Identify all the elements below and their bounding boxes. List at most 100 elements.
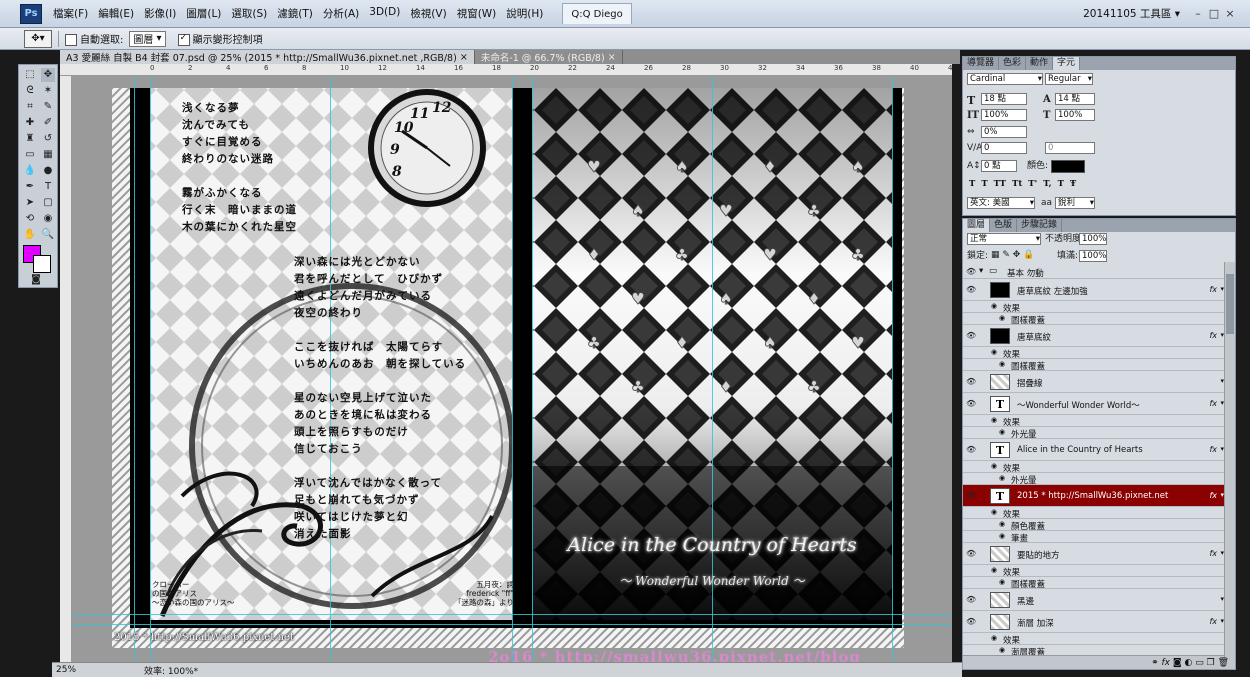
adjustment-icon[interactable]: ◐ [1184, 658, 1192, 668]
show-transform-checkbox[interactable]: 顯示變形控制項 [177, 31, 263, 46]
document-canvas[interactable]: ♥ ♠ ♦ ♠ ♦ ♣ ♥ ♣ ♣ ♦ ♠ ♥ ♠ ♥ ♣ ♥ ♠ ♦ ♣ ♦ ♣ 10 11 12 9 8 … [72, 76, 952, 662]
mini-bridge-tab[interactable]: Q:Q Diego [562, 3, 632, 24]
zoom-level[interactable]: 25% [56, 665, 76, 675]
layer-row[interactable]: 👁 T 2015 * http://SmallWu36.pixnet.net fx ▾ [963, 485, 1225, 507]
layer-effect-row[interactable]: ◉ 效果 [963, 415, 1225, 428]
close-icon[interactable]: × [608, 52, 616, 63]
opacity-field[interactable]: 100% [1079, 233, 1107, 245]
eye-icon[interactable]: 👁 [966, 377, 976, 386]
language-select[interactable]: 英文: 美國 ▾ [967, 197, 1035, 209]
effect-eye-icon[interactable]: ◉ [999, 360, 1005, 368]
fx-icon[interactable]: fx [1209, 617, 1217, 626]
effect-eye-icon[interactable]: ◉ [999, 520, 1005, 528]
effects-icon[interactable]: ◉ [991, 508, 997, 516]
menu-item[interactable]: 檔案(F) [48, 6, 93, 21]
auto-select-dropdown[interactable]: 圖層 ▾ [129, 30, 166, 47]
effect-eye-icon[interactable]: ◉ [999, 578, 1005, 586]
healing-brush-icon[interactable]: ✚ [23, 116, 37, 130]
blend-mode-select[interactable]: 正常 ▾ [967, 233, 1041, 245]
effect-eye-icon[interactable]: ◉ [999, 474, 1005, 482]
type-style-button[interactable]: TT [994, 179, 1006, 189]
folder-icon[interactable]: ▭ [1195, 658, 1204, 668]
layer-row[interactable]: 👁 摺疊線 ▾ [963, 371, 1225, 393]
type-style-button[interactable]: T, [1043, 179, 1051, 189]
type-style-button[interactable]: T [1058, 179, 1064, 189]
mask-icon[interactable]: ◙ [1173, 658, 1182, 668]
panel-tab[interactable]: 色版 [990, 219, 1018, 232]
magic-wand-icon[interactable]: ✶ [41, 84, 55, 98]
layer-effect-row[interactable]: ◉ 圖樣覆蓋 [963, 577, 1225, 590]
trash-icon[interactable]: 🗑 [1218, 658, 1229, 668]
panel-tab[interactable]: 圖層 [963, 219, 991, 232]
type-style-button[interactable]: T' [1028, 179, 1037, 189]
eraser-tool-icon[interactable]: ▭ [23, 148, 37, 162]
layer-row[interactable]: 👁 漸層 加深 fx ▾ [963, 611, 1225, 633]
minimize-button[interactable]: – [1190, 7, 1206, 20]
zoom-tool-icon[interactable]: 🔍 [41, 228, 55, 242]
background-color-swatch[interactable] [33, 255, 51, 273]
panel-tab[interactable]: 步驟記錄 [1017, 219, 1063, 232]
eye-icon[interactable]: 👁 [966, 491, 976, 500]
link-icon[interactable]: ⚭ [1151, 658, 1159, 668]
fill-field[interactable]: 100% [1079, 250, 1107, 262]
eye-icon[interactable]: 👁 [966, 399, 976, 408]
menu-item[interactable]: 編輯(E) [93, 6, 139, 21]
layer-effect-row[interactable]: ◉ 圖樣覆蓋 [963, 313, 1225, 326]
type-style-button[interactable]: Ŧ [1070, 179, 1076, 189]
layer-effect-row[interactable]: ◉ 效果 [963, 507, 1225, 520]
lasso-tool-icon[interactable]: ᘓ [23, 84, 37, 98]
vertical-scale-field[interactable]: 100% [981, 109, 1027, 121]
shape-tool-icon[interactable]: ▢ [41, 196, 55, 210]
menu-item[interactable]: 說明(H) [501, 6, 548, 21]
menu-item[interactable]: 3D(D) [364, 6, 405, 21]
fx-icon[interactable]: fx [1162, 658, 1171, 668]
lock-icons[interactable]: ▦ ✎ ✥ 🔒 [991, 250, 1034, 261]
fx-icon[interactable]: fx [1209, 445, 1217, 454]
3d-camera-icon[interactable]: ◉ [41, 212, 55, 226]
layer-effect-row[interactable]: ◉ 效果 [963, 461, 1225, 474]
tab-document-2[interactable]: 未命名-1 @ 66.7% (RGB/8) × [475, 50, 623, 64]
move-tool-icon[interactable]: ✥ [41, 68, 55, 82]
effect-eye-icon[interactable]: ◉ [999, 646, 1005, 654]
eye-icon[interactable]: 👁 [966, 331, 976, 340]
fx-icon[interactable]: fx [1209, 399, 1217, 408]
move-tool-preset[interactable]: ✥▾ [24, 29, 52, 48]
chevron-down-icon[interactable]: ▾ [979, 266, 983, 276]
layer-group-row[interactable]: 👁 ▾ ▭ 基本 勿動 [963, 265, 1225, 279]
menu-item[interactable]: 選取(S) [226, 6, 272, 21]
layer-row[interactable]: 👁 唐草底紋 左邊加強 fx ▾ [963, 279, 1225, 301]
panel-tab[interactable]: 色彩 [999, 57, 1027, 70]
layer-row[interactable]: 👁 唐草底紋 fx ▾ [963, 325, 1225, 347]
layer-effect-row[interactable]: ◉ 圖樣覆蓋 [963, 359, 1225, 372]
effects-icon[interactable]: ◉ [991, 348, 997, 356]
menu-item[interactable]: 視窗(W) [452, 6, 502, 21]
marquee-tool-icon[interactable]: ⬚ [23, 68, 37, 82]
leading-field[interactable]: 14 點 [1055, 93, 1095, 105]
effect-eye-icon[interactable]: ◉ [999, 314, 1005, 322]
gradient-tool-icon[interactable]: ▦ [41, 148, 55, 162]
doc-info[interactable]: 效率: 100%* [144, 664, 198, 677]
eye-icon[interactable]: 👁 [966, 617, 976, 626]
effects-icon[interactable]: ◉ [991, 302, 997, 310]
menu-item[interactable]: 濾鏡(T) [272, 6, 318, 21]
close-icon[interactable]: × [460, 52, 468, 63]
kerning-field[interactable]: 0 [981, 142, 1027, 154]
layer-effect-row[interactable]: ◉ 外光暈 [963, 427, 1225, 440]
quick-mask-icon[interactable]: ◙ [29, 273, 43, 287]
layer-row[interactable]: 👁 T ～Wonderful Wonder World～ fx ▾ [963, 393, 1225, 415]
eye-icon[interactable]: 👁 [966, 445, 976, 454]
type-style-button[interactable]: T [981, 179, 987, 189]
eye-icon[interactable]: 👁 [966, 595, 976, 604]
text-color-swatch[interactable] [1051, 160, 1085, 173]
layer-row[interactable]: 👁 要貼的地方 fx ▾ [963, 543, 1225, 565]
layer-effect-row[interactable]: ◉ 效果 [963, 565, 1225, 578]
workspace-switcher[interactable]: 20141105 工具區 ▾ [1083, 6, 1190, 21]
dodge-tool-icon[interactable]: ● [41, 164, 55, 178]
layer-effect-row[interactable]: ◉ 顏色覆蓋 [963, 519, 1225, 532]
tracking-field[interactable]: 0 [1045, 142, 1095, 154]
menu-item[interactable]: 影像(I) [139, 6, 181, 21]
font-style-select[interactable]: Regular ▾ [1045, 73, 1093, 85]
type-tool-icon[interactable]: T [41, 180, 55, 194]
blur-tool-icon[interactable]: 💧 [23, 164, 37, 178]
layer-row[interactable]: 👁 T Alice in the Country of Hearts fx ▾ [963, 439, 1225, 461]
